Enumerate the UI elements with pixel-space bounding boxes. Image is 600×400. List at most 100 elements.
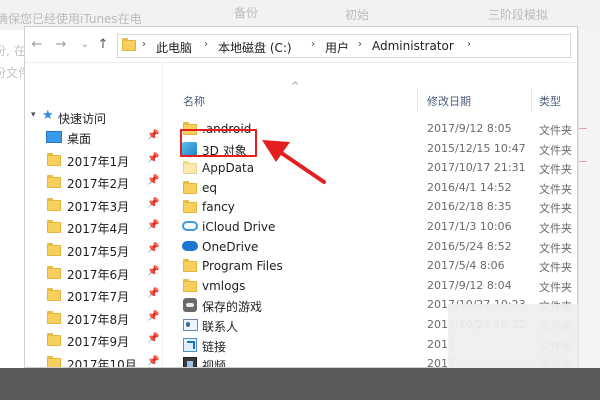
column-divider[interactable] [531,89,532,111]
background-mark [579,128,587,162]
file-row[interactable]: OneDrive 2016/5/24 8:52 文件夹 [163,237,577,257]
pin-icon[interactable]: 📌 [147,311,159,322]
sidebar-quick-access[interactable]: ▾ ★ 快速访问 [25,107,163,127]
file-row[interactable]: Program Files 2017/5/4 8:06 文件夹 [163,256,577,276]
sidebar-item-label: 2017年9月 [67,335,130,350]
sidebar-item[interactable]: 2017年7月 📌 [25,284,163,306]
sidebar-item[interactable]: 2017年10月 📌 [25,352,163,368]
file-name: fancy [202,200,235,215]
sidebar-item[interactable]: 2017年2月 📌 [25,171,163,193]
file-type: 文件夹 [539,143,572,157]
sidebar-item[interactable]: 2017年4月 📌 [25,216,163,238]
breadcrumb-this-pc[interactable]: 此电脑 [156,39,192,56]
file-date-modified: 2017/1/3 10:06 [427,220,512,233]
contacts-icon [183,319,198,331]
pin-icon[interactable]: 📌 [147,130,159,141]
file-name: Program Files [202,259,283,274]
file-row[interactable]: AppData 2017/10/17 21:31 文件夹 [163,158,577,178]
breadcrumb-users[interactable]: 用户 [325,39,349,56]
folder-icon [122,38,136,51]
sidebar-item-label: 2017年2月 [67,177,130,192]
recent-locations-chevron-icon[interactable]: ⌄ [77,37,93,53]
pin-icon[interactable]: 📌 [147,153,159,164]
navigation-bar: ← → ⌄ ↑ › 此电脑 › 本地磁盘 (C:) › 用户 › Adminis… [25,27,577,63]
folder-icon [183,180,197,194]
column-header-type[interactable]: 类型 [539,93,561,109]
breadcrumb-separator-icon: › [311,39,315,50]
sidebar-item-label: 2017年4月 [67,222,130,237]
folder-icon [47,220,61,234]
folder-icon [47,175,61,189]
blur-overlay [448,304,578,368]
background-text: 份文件 [0,66,24,80]
file-row[interactable]: iCloud Drive 2017/1/3 10:06 文件夹 [163,217,577,237]
folder-icon [47,356,61,367]
pin-icon[interactable]: 📌 [147,198,159,209]
file-name: 联系人 [202,320,239,334]
onedrive-icon [182,240,198,251]
breadcrumb-separator-icon: › [204,39,208,50]
pin-icon[interactable]: 📌 [147,333,159,344]
sidebar-item[interactable]: 2017年8月 📌 [25,307,163,329]
chevron-down-icon[interactable]: ▾ [31,110,36,120]
file-row[interactable]: vmlogs 2017/9/12 8:04 文件夹 [163,276,577,296]
navigation-pane: ▾ ★ 快速访问 桌面 📌 2017年1月 📌 2017年2月 📌 2017年3月 📌 2017… [25,63,163,368]
background-article-left: 份, 在 份文件 [0,30,24,110]
pin-icon[interactable]: 📌 [147,175,159,186]
file-name: OneDrive [202,239,259,254]
up-arrow-icon[interactable]: ↑ [95,37,111,53]
star-icon: ★ [42,108,54,123]
pin-icon[interactable]: 📌 [147,356,159,367]
file-date-modified: 2017/5/4 8:06 [427,259,505,273]
file-row[interactable]: fancy 2016/2/18 8:35 文件夹 [163,197,577,217]
column-header-date-modified[interactable]: 修改日期 [427,93,471,109]
address-bar[interactable]: › 此电脑 › 本地磁盘 (C:) › 用户 › Administrator › [117,34,571,58]
sidebar-item-label: 2017年5月 [67,245,130,259]
file-row[interactable]: eq 2016/4/1 14:52 文件夹 [163,178,577,198]
file-date-modified: 2015/12/15 10:47 [427,141,526,155]
sort-ascending-icon: ^ [291,81,300,92]
file-name: iCloud Drive [202,220,276,234]
sidebar-item[interactable]: 2017年5月 📌 [25,239,163,261]
column-header-bar: ^ 名称 修改日期 类型 [163,81,577,113]
breadcrumb-local-disk[interactable]: 本地磁盘 (C:) [218,39,292,56]
pin-icon[interactable]: 📌 [147,266,159,277]
pin-icon[interactable]: 📌 [147,288,159,299]
sidebar-item[interactable]: 桌面 📌 [25,126,163,148]
folder-icon [47,243,61,256]
file-date-modified: 2017/10/17 21:31 [427,161,526,175]
folder-icon [183,259,197,273]
back-arrow-icon[interactable]: ← [29,37,45,53]
file-type: 文件夹 [539,124,572,137]
sidebar-item[interactable]: 2017年6月 📌 [25,262,163,284]
file-name: 保存的游戏 [202,300,263,315]
column-header-name[interactable]: 名称 [183,93,205,109]
sidebar-item[interactable]: 2017年3月 📌 [25,194,163,216]
sidebar-item-label: 2017年10月 [67,358,137,368]
background-text: 初始 [345,8,370,22]
sidebar-item[interactable]: 2017年1月 📌 [25,149,163,171]
folder-icon [47,333,61,347]
folder-icon [47,152,61,166]
icloud-drive-icon [182,221,198,231]
pin-icon[interactable]: 📌 [147,220,159,231]
file-type: 文件夹 [539,280,572,294]
sidebar-item[interactable]: 2017年9月 📌 [25,329,163,351]
file-date-modified: 2016/5/24 8:52 [427,239,512,253]
breadcrumb-administrator[interactable]: Administrator [372,39,454,53]
background-text: 备份 [234,6,259,20]
desktop-icon [46,131,62,143]
sidebar-item-label: 桌面 [67,132,92,146]
pin-icon[interactable]: 📌 [147,243,159,254]
background-article-right [578,30,600,368]
sidebar-item-label: 快速访问 [58,112,107,126]
file-name: AppData [202,161,255,176]
file-date-modified: 2016/4/1 14:52 [427,180,512,194]
breadcrumb-separator-icon: › [142,39,146,50]
column-divider[interactable] [417,89,418,111]
forward-arrow-icon[interactable]: → [53,37,69,53]
file-type: 文件夹 [539,241,572,255]
file-name: 视频 [202,359,227,368]
folder-icon [47,310,61,324]
links-icon [183,337,197,352]
